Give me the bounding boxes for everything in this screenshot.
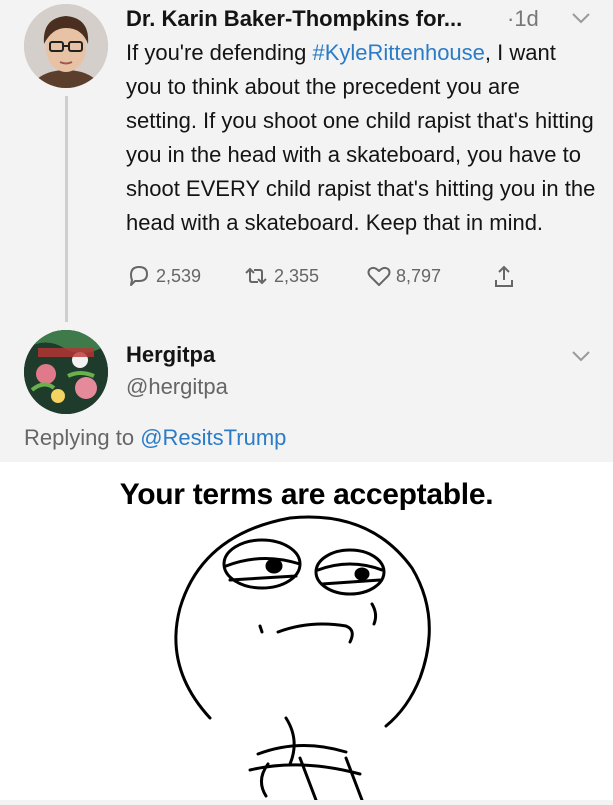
like-count: 8,797 [396,265,442,286]
reply-count: 2,539 [156,265,202,286]
share-button[interactable] [492,264,516,290]
tweet-text: If you're defending #KyleRittenhouse, I … [126,36,596,240]
reply-icon [126,264,152,288]
like-button[interactable]: 8,797 [366,264,441,288]
challenge-accepted-face-drawing [150,508,470,802]
chevron-down-icon[interactable] [570,9,592,27]
like-icon [366,264,392,288]
thread-line [65,96,68,322]
replying-to: Replying to @ResitsTrump [24,425,286,451]
tweet-text-start: If you're defending [126,40,313,65]
reply-button[interactable]: 2,539 [126,264,201,288]
share-icon [492,264,516,290]
author-name[interactable]: Dr. Karin Baker-Thompkins for... [126,6,462,32]
reply-author-avatar[interactable] [24,330,108,414]
reply-author-handle[interactable]: @hergitpa [126,374,228,400]
chevron-down-icon[interactable] [570,347,592,365]
retweet-icon [242,264,270,288]
retweet-button[interactable]: 2,355 [242,264,319,288]
tweet-text-end: , I want you to think about the preceden… [126,40,596,235]
mention-link[interactable]: @ResitsTrump [140,425,286,450]
hashtag-link[interactable]: #KyleRittenhouse [312,40,484,65]
tweet-timestamp[interactable]: ·1d [507,6,539,32]
replying-to-prefix: Replying to [24,425,141,450]
reply-author-name[interactable]: Hergitpa [126,342,215,368]
author-avatar[interactable] [24,4,108,88]
tweet-actions: 2,539 2,355 8,797 [126,264,526,294]
meme-caption: Your terms are acceptable. [119,478,494,511]
retweet-count: 2,355 [274,265,320,286]
